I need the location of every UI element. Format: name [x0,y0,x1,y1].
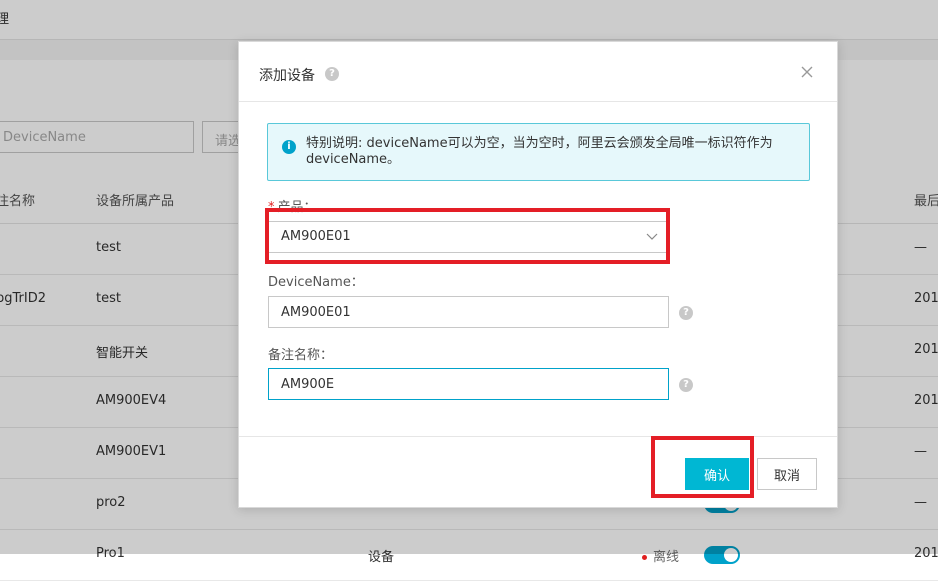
help-icon[interactable]: ? [325,67,339,81]
add-device-dialog: 添加设备 ? i 特别说明: deviceName可以为空，当为空时，阿里云会颁… [238,41,838,508]
product-select-value: AM900E01 [281,229,351,244]
cancel-button[interactable]: 取消 [757,458,817,490]
status-dot-icon [642,555,647,560]
required-asterisk: * [268,200,275,215]
dialog-footer: 确认 取消 [239,436,837,508]
remark-help-icon[interactable]: ? [679,378,693,392]
product-label-text: 产品： [277,200,317,215]
remark-label: 备注名称： [268,348,334,363]
dialog-header: 添加设备 ? [239,42,837,102]
chevron-down-icon [646,233,658,240]
notice-box: i 特别说明: deviceName可以为空，当为空时，阿里云会颁发全局唯一标识… [267,123,810,181]
dialog-title: 添加设备 [259,68,315,84]
confirm-button[interactable]: 确认 [685,458,749,490]
product-label: * 产品： [268,196,317,215]
info-icon: i [282,140,296,154]
devicename-label: DeviceName： [268,275,364,290]
devicename-input[interactable] [268,296,669,328]
notice-text: 特别说明: deviceName可以为空，当为空时，阿里云会颁发全局唯一标识符作… [306,136,773,167]
close-icon[interactable] [799,64,815,80]
remark-input[interactable] [268,368,669,400]
devicename-help-icon[interactable]: ? [679,306,693,320]
product-select[interactable]: AM900E01 [268,221,669,253]
